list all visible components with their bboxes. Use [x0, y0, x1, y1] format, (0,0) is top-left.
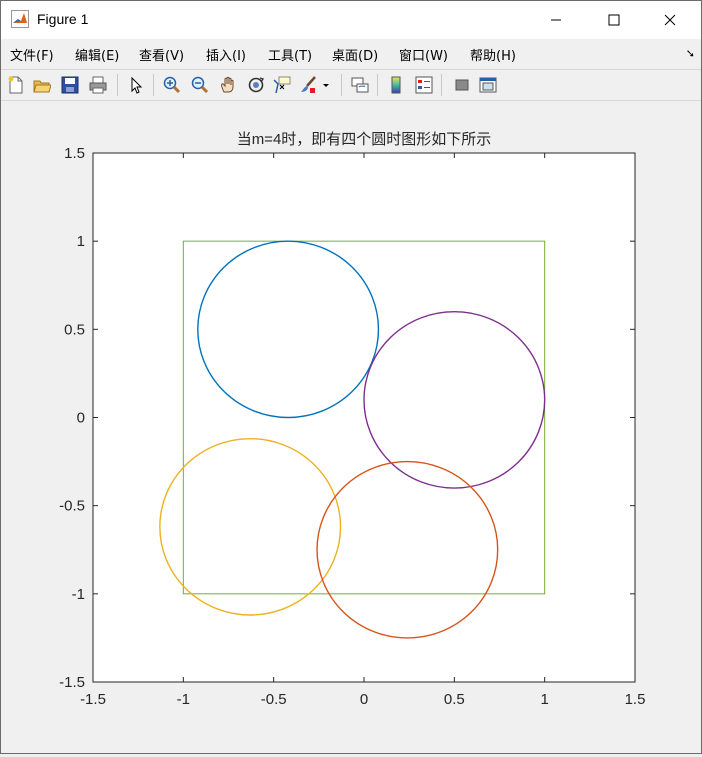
- brush-icon[interactable]: [297, 74, 319, 96]
- brush-dropdown-icon[interactable]: [319, 74, 333, 96]
- minimize-button[interactable]: [533, 1, 579, 39]
- y-tick-label: 1.5: [64, 145, 85, 162]
- x-tick-label: 1: [540, 691, 548, 708]
- toolbar-separator: [377, 74, 378, 96]
- x-tick-label: 0.5: [444, 691, 465, 708]
- x-tick-label: 1.5: [625, 691, 646, 708]
- pointer-icon[interactable]: [125, 74, 147, 96]
- menu-insert[interactable]: 插入(I): [206, 45, 246, 64]
- y-tick-label: -0.5: [59, 498, 85, 515]
- menu-file[interactable]: 文件(F): [10, 45, 54, 64]
- menu-tools[interactable]: 工具(T): [268, 45, 312, 64]
- menu-window[interactable]: 窗口(W): [399, 45, 448, 64]
- link-plot-icon[interactable]: [349, 74, 371, 96]
- axes-background: [93, 153, 635, 682]
- colorbar-icon[interactable]: [385, 74, 407, 96]
- legend-icon[interactable]: [413, 74, 435, 96]
- y-tick-label: -1.5: [59, 674, 85, 691]
- menu-view[interactable]: 查看(V): [139, 45, 184, 64]
- menu-desktop[interactable]: 桌面(D): [332, 45, 378, 64]
- show-plot-tools-icon[interactable]: [477, 74, 499, 96]
- y-tick-label: 0: [77, 410, 85, 427]
- x-tick-label: 0: [360, 691, 368, 708]
- chart-title: 当m=4时，即有四个圆时图形如下所示: [237, 131, 492, 148]
- save-icon[interactable]: [59, 74, 81, 96]
- zoom-out-icon[interactable]: [189, 74, 211, 96]
- toolbar-separator: [441, 74, 442, 96]
- print-icon[interactable]: [87, 74, 109, 96]
- toolbar: [1, 69, 701, 101]
- plot-svg[interactable]: 当m=4时，即有四个圆时图形如下所示 -1.5 -1 -0.5 0 0.5 1 1.5 1.5…: [1, 101, 701, 753]
- x-tick-label: -1: [177, 691, 190, 708]
- y-tick-label: 1: [77, 233, 85, 250]
- toolbar-separator: [153, 74, 154, 96]
- toolbar-separator: [117, 74, 118, 96]
- window-title: Figure 1: [37, 11, 89, 27]
- title-bar[interactable]: Figure 1: [1, 1, 701, 39]
- x-tick-label: -0.5: [261, 691, 287, 708]
- open-file-icon[interactable]: [31, 74, 53, 96]
- pan-hand-icon[interactable]: [217, 74, 239, 96]
- x-tick-label: -1.5: [80, 691, 106, 708]
- menu-help[interactable]: 帮助(H): [470, 45, 516, 64]
- menu-bar: 文件(F) 编辑(E) 查看(V) 插入(I) 工具(T) 桌面(D) 窗口(W…: [1, 41, 701, 67]
- menu-edit[interactable]: 编辑(E): [75, 45, 119, 64]
- dock-arrow-icon[interactable]: ➘: [686, 47, 695, 60]
- figure-window: Figure 1 文件(F) 编辑(E) 查看(V) 插入(I) 工具(T) 桌…: [0, 0, 702, 754]
- matlab-logo-icon: [11, 10, 29, 28]
- maximize-button[interactable]: [591, 1, 637, 39]
- new-figure-icon[interactable]: [5, 74, 27, 96]
- rotate-3d-icon[interactable]: [245, 74, 267, 96]
- zoom-in-icon[interactable]: [161, 74, 183, 96]
- toolbar-separator: [341, 74, 342, 96]
- data-cursor-icon[interactable]: [271, 74, 293, 96]
- y-tick-label: 0.5: [64, 321, 85, 338]
- figure-canvas[interactable]: 当m=4时，即有四个圆时图形如下所示 -1.5 -1 -0.5 0 0.5 1 1.5 1.5…: [1, 101, 701, 753]
- close-button[interactable]: [647, 1, 693, 39]
- hide-plot-tools-icon[interactable]: [451, 74, 473, 96]
- y-tick-label: -1: [72, 586, 85, 603]
